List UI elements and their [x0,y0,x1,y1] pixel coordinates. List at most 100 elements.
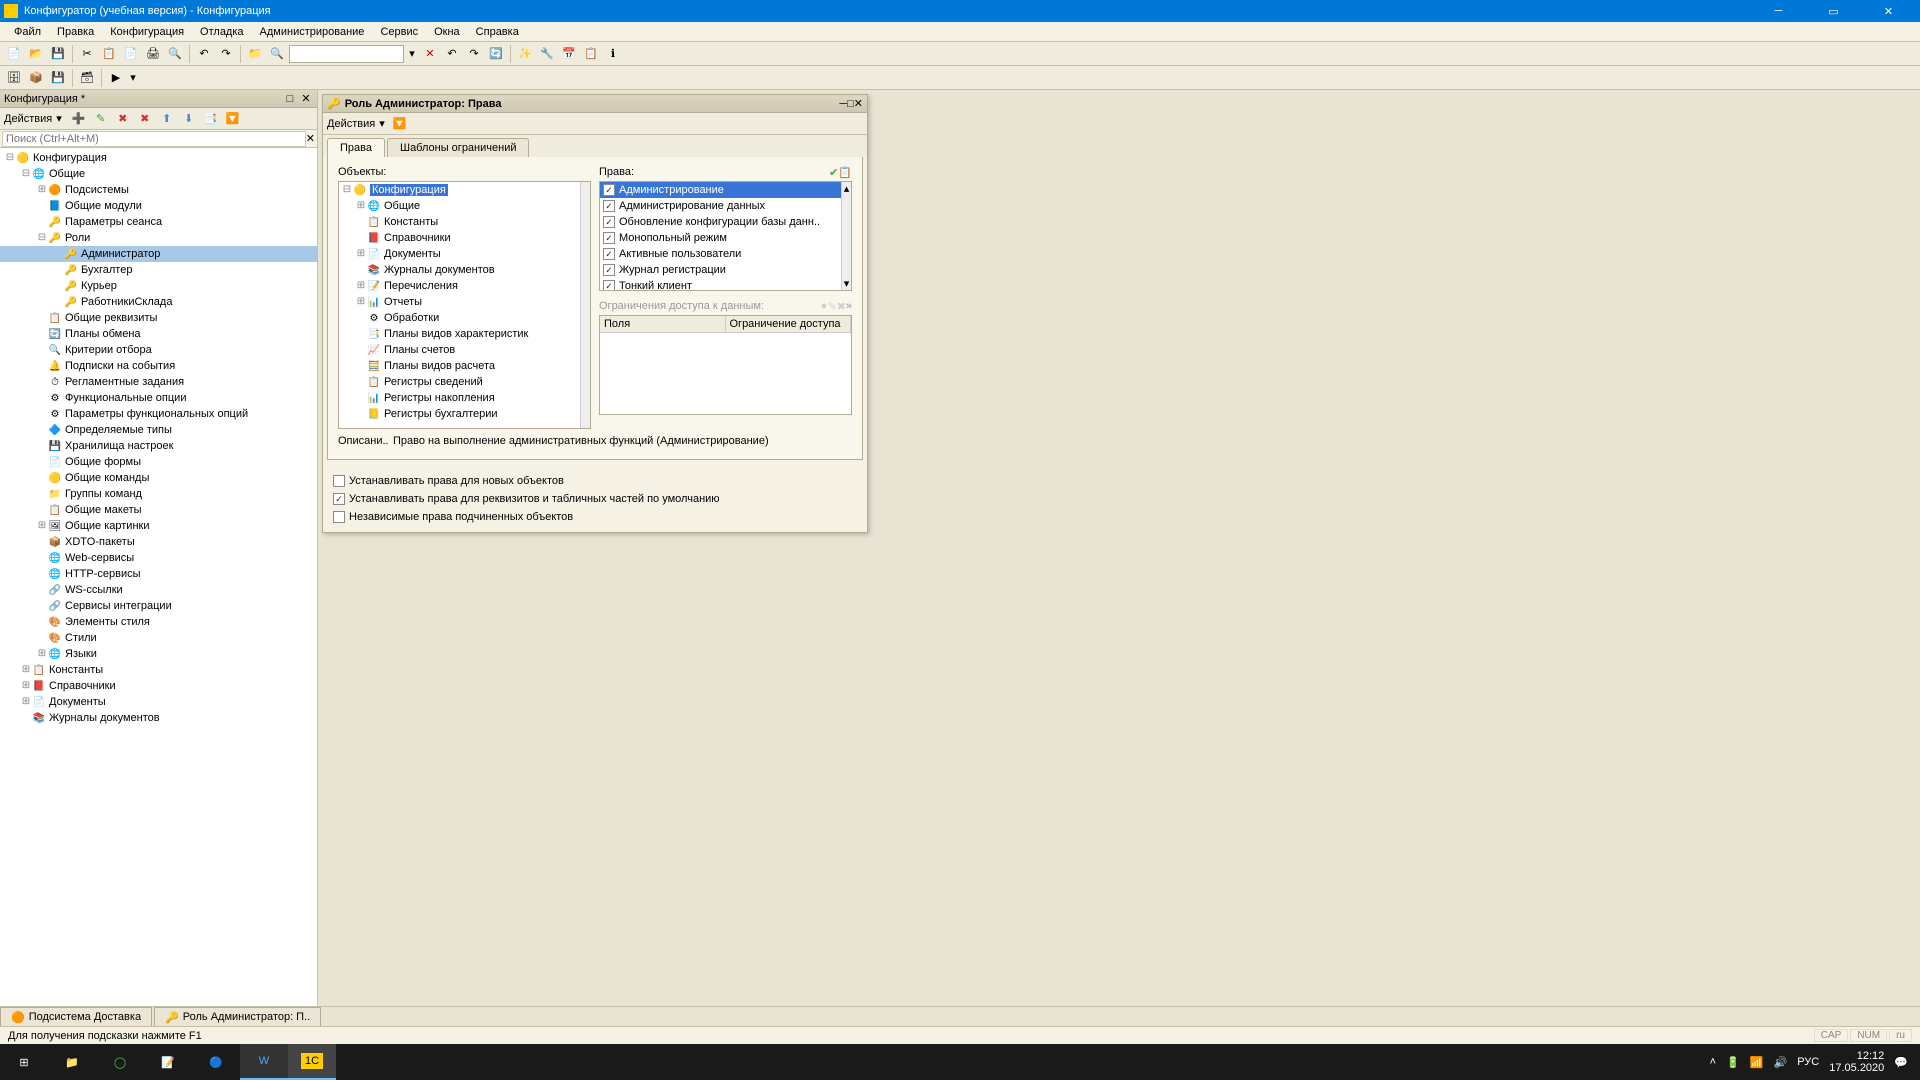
object-row-10[interactable]: 📈Планы счетов [339,342,580,358]
nav-fwd-button[interactable]: ↷ [464,44,484,64]
tree-node-16[interactable]: ⚙Параметры функциональных опций [0,406,317,422]
role-tab-1[interactable]: Шаблоны ограничений [387,138,530,157]
search-icon[interactable]: 🔍 [267,44,287,64]
right-row-5[interactable]: ✓Журнал регистрации [600,262,841,278]
refresh-button[interactable]: 🔄 [486,44,506,64]
tree-node-9[interactable]: 🔑РаботникиСклада [0,294,317,310]
role-close-button[interactable]: ✕ [854,97,863,110]
close-button[interactable]: ✕ [1861,0,1916,22]
tray-battery-icon[interactable]: 🔋 [1726,1056,1740,1069]
tree-node-29[interactable]: 🎨Элементы стиля [0,614,317,630]
right-row-3[interactable]: ✓Монопольный режим [600,230,841,246]
object-row-3[interactable]: 📕Справочники [339,230,580,246]
search-combo[interactable] [289,45,404,63]
role-tab-0[interactable]: Права [327,138,385,157]
tree-node-14[interactable]: ⏱Регламентные задания [0,374,317,390]
object-row-13[interactable]: 📊Регистры накопления [339,390,580,406]
tree-node-12[interactable]: 🔍Критерии отбора [0,342,317,358]
new-button[interactable]: 📄 [4,44,24,64]
tray-clock[interactable]: 12:12 17.05.2020 [1829,1050,1884,1074]
tree-node-30[interactable]: 🎨Стили [0,630,317,646]
print-button[interactable]: 🖨 [143,44,163,64]
tree-node-17[interactable]: 🔷Определяемые типы [0,422,317,438]
role-check-1[interactable]: ✓Устанавливать права для реквизитов и та… [333,490,857,508]
tree-node-13[interactable]: 🔔Подписки на события [0,358,317,374]
menu-3[interactable]: Отладка [192,24,251,40]
move-down-button[interactable]: ⬇ [180,110,198,128]
nav-back-button[interactable]: ↶ [442,44,462,64]
role-actions-label[interactable]: Действия [327,118,375,130]
role-maximize-button[interactable]: □ [847,98,854,110]
object-row-2[interactable]: 📋Константы [339,214,580,230]
run-dropdown[interactable]: ▾ [128,68,138,88]
copy-button[interactable]: 📋 [99,44,119,64]
object-row-12[interactable]: 📋Регистры сведений [339,374,580,390]
menu-5[interactable]: Сервис [372,24,426,40]
tool2-button[interactable]: 🔧 [537,44,557,64]
right-row-4[interactable]: ✓Активные пользователи [600,246,841,262]
paste-button[interactable]: 📄 [121,44,141,64]
menu-4[interactable]: Администрирование [252,24,373,40]
tree-node-6[interactable]: 🔑Администратор [0,246,317,262]
restrict-edit-button[interactable]: ✎ [827,300,836,313]
tray-volume-icon[interactable]: 🔊 [1774,1056,1788,1069]
role-minimize-button[interactable]: ─ [839,98,847,110]
tree-node-1[interactable]: ⊟🌐Общие [0,166,317,182]
restrict-add-button[interactable]: ● [821,300,828,312]
role-check-0[interactable]: Устанавливать права для новых объектов [333,472,857,490]
sort-button[interactable]: 📑 [202,110,220,128]
object-row-7[interactable]: ⊞📊Отчеты [339,294,580,310]
undo-button[interactable]: ↶ [194,44,214,64]
tree-node-28[interactable]: 🔗Сервисы интеграции [0,598,317,614]
object-row-1[interactable]: ⊞🌐Общие [339,198,580,214]
sidebar-close-button[interactable]: ✕ [299,92,313,106]
menu-6[interactable]: Окна [426,24,468,40]
1c-button[interactable]: 1C [288,1044,336,1080]
tree-node-8[interactable]: 🔑Курьер [0,278,317,294]
sidebar-collapse-button[interactable]: □ [283,92,297,106]
object-row-14[interactable]: 📒Регистры бухгалтерии [339,406,580,422]
object-row-6[interactable]: ⊞📝Перечисления [339,278,580,294]
tray-lang[interactable]: РУС [1797,1056,1819,1068]
edit-button[interactable]: ✎ [92,110,110,128]
utorrent-button[interactable]: ◯ [96,1044,144,1080]
tree-node-11[interactable]: 🔄Планы обмена [0,326,317,342]
tree-node-35[interactable]: 📚Журналы документов [0,710,317,726]
tree-node-5[interactable]: ⊟🔑Роли [0,230,317,246]
right-row-1[interactable]: ✓Администрирование данных [600,198,841,214]
tree-node-31[interactable]: ⊞🌐Языки [0,646,317,662]
restrict-more-button[interactable]: » [846,300,852,312]
clipboard-button[interactable]: 📋 [581,44,601,64]
preview-button[interactable]: 🔍 [165,44,185,64]
tool-b-button[interactable]: 💾 [48,68,68,88]
tree-node-23[interactable]: ⊞🖼Общие картинки [0,518,317,534]
dropdown-button[interactable]: ▾ [406,44,418,64]
tree-node-4[interactable]: 🔑Параметры сеанса [0,214,317,230]
add-button[interactable]: ➕ [70,110,88,128]
move-up-button[interactable]: ⬆ [158,110,176,128]
calendar-button[interactable]: 📅 [559,44,579,64]
objects-list[interactable]: ⊟🟡Конфигурация⊞🌐Общие📋Константы📕Справочн… [338,181,591,429]
check-all-button[interactable]: ✔ [829,166,838,179]
restrictions-table[interactable]: Поля Ограничение доступа [599,315,852,415]
menu-7[interactable]: Справка [468,24,527,40]
objects-scrollbar[interactable] [580,182,590,428]
tree-node-2[interactable]: ⊞🟠Подсистемы [0,182,317,198]
menu-1[interactable]: Правка [49,24,102,40]
cut-button[interactable]: ✂ [77,44,97,64]
tree-node-21[interactable]: 📁Группы команд [0,486,317,502]
explorer-button[interactable]: 📁 [48,1044,96,1080]
chrome-button[interactable]: 🔵 [192,1044,240,1080]
object-row-9[interactable]: 📑Планы видов характеристик [339,326,580,342]
clear-button[interactable]: ✕ [420,44,440,64]
object-row-8[interactable]: ⚙Обработки [339,310,580,326]
tree-node-34[interactable]: ⊞📄Документы [0,694,317,710]
rights-scrollbar[interactable]: ▴ ▾ [841,182,851,290]
tree-node-15[interactable]: ⚙Функциональные опции [0,390,317,406]
minimize-button[interactable]: ─ [1751,0,1806,22]
object-row-5[interactable]: 📚Журналы документов [339,262,580,278]
right-row-2[interactable]: ✓Обновление конфигурации базы данн.. [600,214,841,230]
tool-c-button[interactable]: 🗃 [77,68,97,88]
menu-0[interactable]: Файл [6,24,49,40]
delete2-button[interactable]: ✖ [136,110,154,128]
